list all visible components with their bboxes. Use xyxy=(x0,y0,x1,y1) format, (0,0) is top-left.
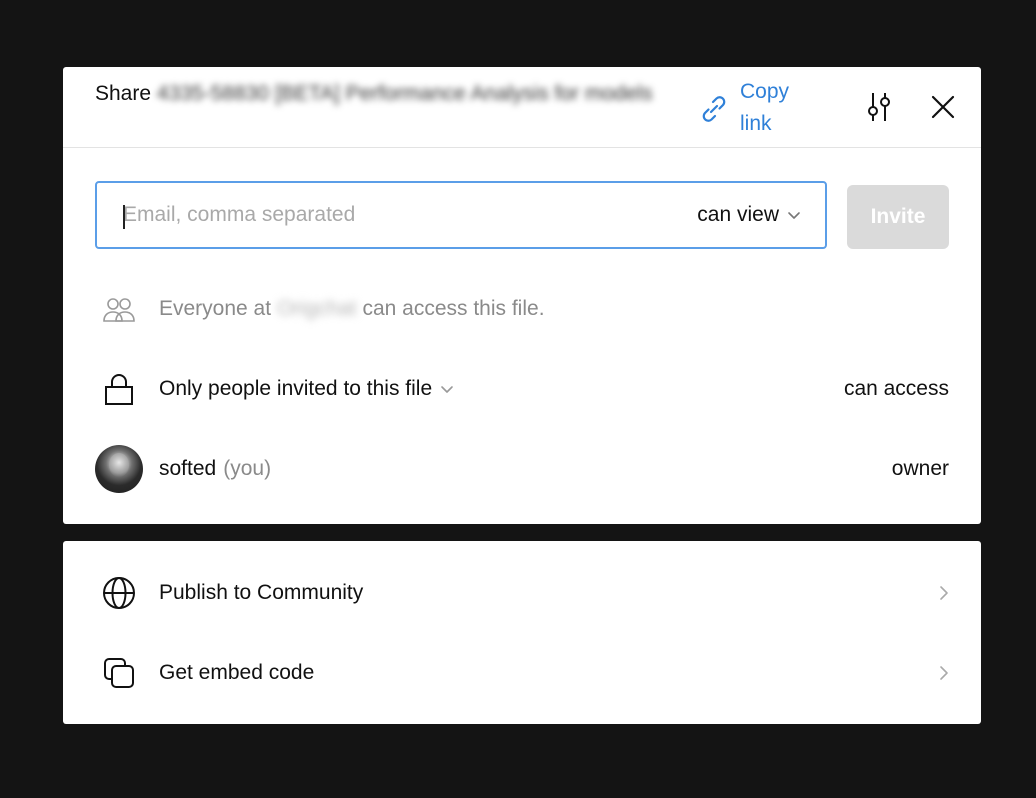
embed-icon-wrap xyxy=(95,649,143,697)
lock-icon-wrap xyxy=(95,365,143,413)
get-embed-code-row[interactable]: Get embed code xyxy=(95,649,949,697)
team-access-suffix: can access this file. xyxy=(362,297,545,320)
team-icon-wrap xyxy=(95,285,143,333)
link-scope-label: Only people invited to this file xyxy=(159,377,433,400)
copy-link-label: Copy link xyxy=(740,80,790,135)
link-permission-label: can access xyxy=(843,377,949,400)
email-invite-input[interactable] xyxy=(123,195,643,235)
embed-icon xyxy=(104,658,134,688)
globe-icon-wrap xyxy=(95,569,143,617)
invite-permission-dropdown[interactable]: can view xyxy=(697,203,801,227)
publish-panel: Publish to Community Get embed code xyxy=(63,541,981,724)
avatar-wrap xyxy=(95,445,143,493)
chevron-down-icon xyxy=(788,212,800,219)
settings-sliders-icon[interactable] xyxy=(863,91,895,123)
team-access-text: Everyone at Origchat can access this fil… xyxy=(159,297,949,321)
member-role: owner xyxy=(891,457,949,480)
team-access-row: Everyone at Origchat can access this fil… xyxy=(95,285,949,333)
chevron-down-icon xyxy=(441,386,453,393)
globe-icon xyxy=(103,577,135,609)
copy-link-button[interactable]: Copy link xyxy=(697,76,810,140)
share-dialog: Share 4335-58830 [BETA] Performance Anal… xyxy=(63,67,981,524)
share-title-prefix: Share xyxy=(95,82,152,105)
avatar xyxy=(95,445,143,493)
member-name: softed xyxy=(159,457,217,480)
file-name: 4335-58830 [BETA] Performance Analysis f… xyxy=(156,82,653,105)
chevron-right-icon xyxy=(940,586,948,600)
text-caret xyxy=(123,205,125,229)
team-access-prefix: Everyone at xyxy=(159,297,272,320)
link-access-row: Only people invited to this file can acc… xyxy=(95,365,949,413)
publish-to-community-row[interactable]: Publish to Community xyxy=(95,569,949,617)
member-row: softed (you) owner xyxy=(95,445,949,493)
link-icon xyxy=(702,96,726,122)
team-icon xyxy=(103,298,135,322)
close-icon[interactable] xyxy=(929,93,957,121)
dialog-header: Share 4335-58830 [BETA] Performance Anal… xyxy=(63,67,981,148)
invite-permission-label: can view xyxy=(697,203,779,226)
member-you-tag: (you) xyxy=(223,457,272,480)
link-scope-dropdown[interactable]: Only people invited to this file xyxy=(159,377,844,401)
invite-button[interactable]: Invite xyxy=(847,185,949,249)
lock-icon xyxy=(105,374,133,405)
publish-label: Publish to Community xyxy=(159,581,364,604)
chevron-right-icon xyxy=(940,666,948,680)
org-name: Origchat xyxy=(277,297,357,320)
invite-field-container: can view xyxy=(95,181,827,249)
member-name-text: softed (you) xyxy=(159,457,892,481)
embed-label: Get embed code xyxy=(159,661,315,684)
dialog-title: Share 4335-58830 [BETA] Performance Anal… xyxy=(95,78,655,110)
